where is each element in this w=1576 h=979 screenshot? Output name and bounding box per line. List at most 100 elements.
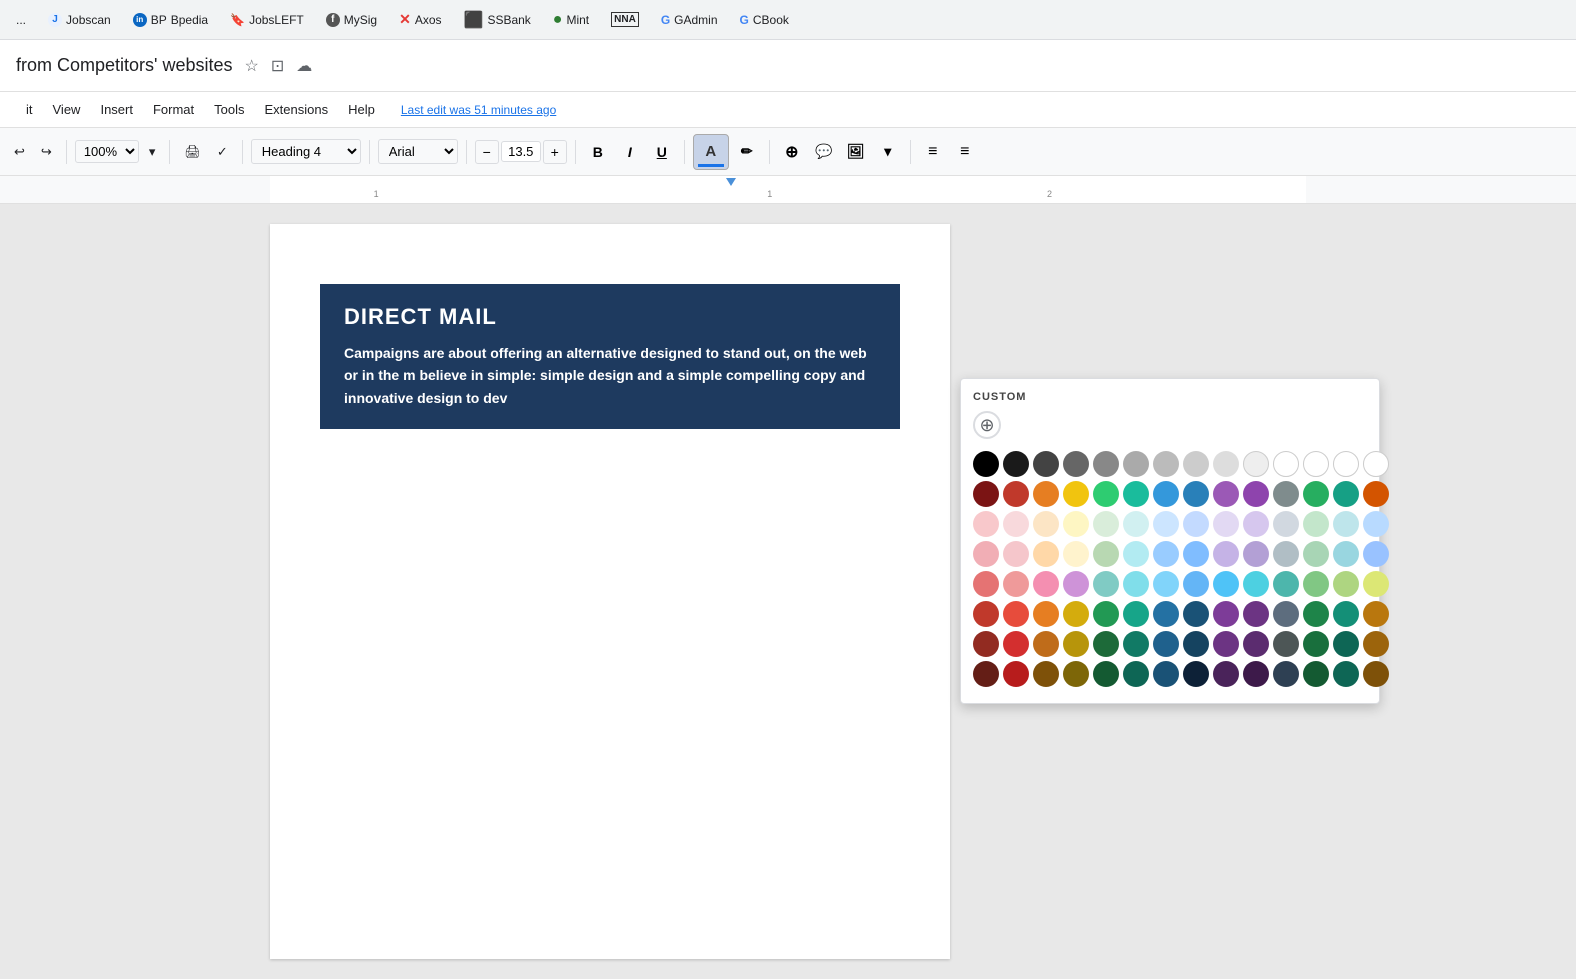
color-swatch[interactable] — [1333, 661, 1359, 687]
color-swatch[interactable] — [1123, 511, 1149, 537]
color-swatch[interactable] — [1033, 481, 1059, 507]
color-swatch[interactable] — [1123, 451, 1149, 477]
color-swatch[interactable] — [1243, 541, 1269, 567]
color-swatch[interactable] — [1273, 541, 1299, 567]
color-swatch[interactable] — [1153, 481, 1179, 507]
indent-marker[interactable] — [726, 178, 736, 186]
color-swatch[interactable] — [1213, 571, 1239, 597]
color-swatch[interactable] — [1183, 541, 1209, 567]
color-swatch[interactable] — [1183, 481, 1209, 507]
color-swatch[interactable] — [1363, 571, 1389, 597]
spell-check-button[interactable]: ✓ — [211, 140, 234, 164]
folder-icon[interactable]: ⊡ — [271, 56, 284, 76]
color-swatch[interactable] — [1153, 631, 1179, 657]
color-swatch[interactable] — [1153, 541, 1179, 567]
color-swatch[interactable] — [1093, 601, 1119, 627]
menu-insert[interactable]: Insert — [90, 98, 143, 121]
color-swatch[interactable] — [1183, 451, 1209, 477]
menu-extensions[interactable]: Extensions — [255, 98, 339, 121]
last-edit-status[interactable]: Last edit was 51 minutes ago — [401, 103, 556, 117]
color-swatch[interactable] — [1063, 661, 1089, 687]
color-swatch[interactable] — [1063, 571, 1089, 597]
color-swatch[interactable] — [1033, 541, 1059, 567]
color-swatch[interactable] — [1063, 481, 1089, 507]
color-swatch[interactable] — [1033, 511, 1059, 537]
font-family-select[interactable]: Arial — [378, 139, 458, 164]
color-swatch[interactable] — [1243, 451, 1269, 477]
bookmark-axos[interactable]: ✕ Axos — [391, 7, 449, 32]
color-swatch[interactable] — [1093, 631, 1119, 657]
color-swatch[interactable] — [1273, 601, 1299, 627]
bookmark-mysig[interactable]: f MySig — [318, 9, 385, 31]
color-swatch[interactable] — [1333, 451, 1359, 477]
color-swatch[interactable] — [1303, 451, 1329, 477]
bookmark-cbook[interactable]: G CBook — [732, 9, 797, 31]
color-swatch[interactable] — [1333, 571, 1359, 597]
color-swatch[interactable] — [1363, 511, 1389, 537]
bookmark-ssbank[interactable]: ⬛ SSBank — [456, 6, 539, 34]
color-swatch[interactable] — [1363, 481, 1389, 507]
color-swatch[interactable] — [973, 661, 999, 687]
print-button[interactable]: 🖨 — [178, 140, 207, 164]
color-swatch[interactable] — [973, 601, 999, 627]
color-swatch[interactable] — [1363, 541, 1389, 567]
color-swatch[interactable] — [1303, 601, 1329, 627]
color-swatch[interactable] — [1003, 601, 1029, 627]
color-swatch[interactable] — [1033, 661, 1059, 687]
italic-button[interactable]: I — [616, 138, 644, 166]
color-swatch[interactable] — [1003, 451, 1029, 477]
color-swatch[interactable] — [1333, 601, 1359, 627]
color-swatch[interactable] — [1093, 541, 1119, 567]
color-swatch[interactable] — [1213, 511, 1239, 537]
color-swatch[interactable] — [1003, 481, 1029, 507]
color-swatch[interactable] — [1153, 511, 1179, 537]
color-swatch[interactable] — [1333, 481, 1359, 507]
underline-button[interactable]: U — [648, 138, 676, 166]
color-swatch[interactable] — [973, 481, 999, 507]
color-swatch[interactable] — [1093, 481, 1119, 507]
color-swatch[interactable] — [1213, 481, 1239, 507]
color-swatch[interactable] — [1363, 661, 1389, 687]
color-swatch[interactable] — [1003, 631, 1029, 657]
color-swatch[interactable] — [973, 571, 999, 597]
color-swatch[interactable] — [1063, 631, 1089, 657]
color-swatch[interactable] — [1123, 571, 1149, 597]
font-size-input[interactable] — [501, 141, 541, 162]
color-swatch[interactable] — [1063, 451, 1089, 477]
color-swatch[interactable] — [1273, 631, 1299, 657]
color-swatch[interactable] — [1033, 631, 1059, 657]
color-swatch[interactable] — [1123, 481, 1149, 507]
bold-button[interactable]: B — [584, 138, 612, 166]
color-swatch[interactable] — [1123, 661, 1149, 687]
color-swatch[interactable] — [1333, 511, 1359, 537]
menu-it[interactable]: it — [16, 98, 43, 121]
color-swatch[interactable] — [1363, 451, 1389, 477]
color-swatch[interactable] — [1093, 661, 1119, 687]
color-swatch[interactable] — [1123, 541, 1149, 567]
decrease-font-size-button[interactable]: − — [475, 140, 499, 164]
bookmark-mint[interactable]: ● Mint — [545, 7, 597, 33]
color-swatch[interactable] — [1183, 601, 1209, 627]
color-swatch[interactable] — [1153, 601, 1179, 627]
color-swatch[interactable] — [1303, 481, 1329, 507]
color-swatch[interactable] — [1153, 451, 1179, 477]
color-swatch[interactable] — [1303, 511, 1329, 537]
color-swatch[interactable] — [1243, 661, 1269, 687]
insert-link-button[interactable]: ⊕ — [778, 138, 806, 166]
color-swatch[interactable] — [973, 451, 999, 477]
color-swatch[interactable] — [1213, 541, 1239, 567]
color-swatch[interactable] — [1273, 571, 1299, 597]
color-swatch[interactable] — [973, 541, 999, 567]
color-swatch[interactable] — [1303, 661, 1329, 687]
color-swatch[interactable] — [1243, 601, 1269, 627]
color-swatch[interactable] — [1303, 571, 1329, 597]
color-swatch[interactable] — [1273, 451, 1299, 477]
bookmark-nna[interactable]: NNA — [603, 8, 647, 31]
color-swatch[interactable] — [1153, 661, 1179, 687]
color-swatch[interactable] — [1003, 541, 1029, 567]
color-swatch[interactable] — [1333, 541, 1359, 567]
color-swatch[interactable] — [1003, 571, 1029, 597]
color-swatch[interactable] — [1153, 571, 1179, 597]
redo-button[interactable]: ↪ — [35, 140, 58, 164]
color-swatch[interactable] — [973, 511, 999, 537]
